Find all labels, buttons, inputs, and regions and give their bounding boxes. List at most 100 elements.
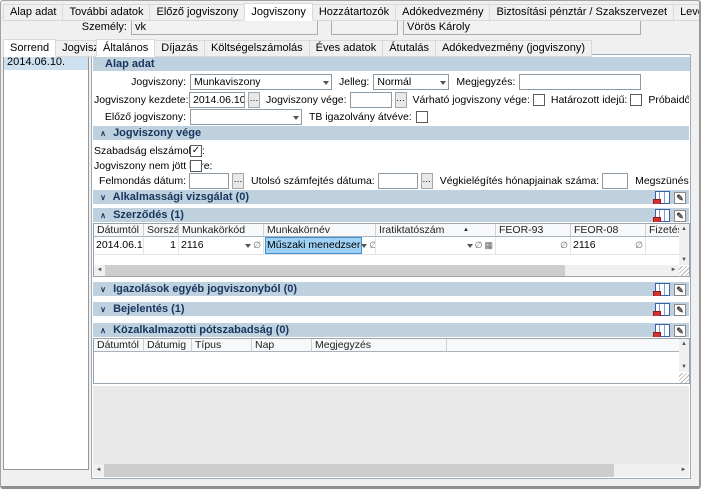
scroll-down-icon[interactable]: ▼ <box>679 362 689 372</box>
col-sorszam[interactable]: Sorszám <box>144 224 179 237</box>
szerzodes-v-scrollbar[interactable]: ▲ ▼ <box>679 224 689 265</box>
cell-datumtol[interactable]: 2014.06.10. <box>94 237 144 254</box>
tab-atutalas[interactable]: Átutalás <box>382 40 436 57</box>
col-datumig[interactable]: Dátumig <box>144 339 192 352</box>
elozo-combo[interactable] <box>190 109 302 125</box>
table-red-marker-icon[interactable] <box>655 324 670 337</box>
chevron-down-icon[interactable] <box>361 244 367 248</box>
clear-value-icon[interactable]: ∅ <box>635 238 643 253</box>
section-header-alkalmassagi[interactable]: ∨ Alkalmassági vizsgálat (0) ✎ <box>93 190 689 204</box>
scroll-left-icon[interactable]: ◄ <box>93 465 104 476</box>
cell-iratiktatoszam[interactable]: ∅ ▦ <box>376 237 496 254</box>
tab-altalanos[interactable]: Általános <box>96 39 155 57</box>
tab-dijazas[interactable]: Díjazás <box>154 40 205 57</box>
col-iratiktatoszam[interactable]: Iratiktatószám ▲ <box>376 224 496 237</box>
nemjott-checkbox[interactable] <box>190 160 202 172</box>
szerzodes-table-row[interactable]: 2014.06.10. 1 2116 ∅ Műszaki menedzser ∅ <box>94 237 689 255</box>
scrollbar-thumb[interactable] <box>104 464 614 477</box>
table-red-marker-icon[interactable] <box>655 303 670 316</box>
section-header-szerzodes[interactable]: ∧ Szerződés (1) ✎ <box>93 208 689 222</box>
tab-hozzatartozok[interactable]: Hozzátartozók <box>312 4 396 21</box>
scroll-up-icon[interactable]: ▲ <box>679 224 689 234</box>
col-tipus[interactable]: Típus <box>192 339 252 352</box>
table-red-marker-icon[interactable] <box>655 283 670 296</box>
tab-biztositasi-penztar[interactable]: Biztosítási pénztár / Szakszervezet <box>489 4 674 21</box>
clear-value-icon[interactable]: ∅ <box>475 238 483 253</box>
cell-fizetesi[interactable] <box>646 237 682 254</box>
cell-sorszam[interactable]: 1 <box>144 237 179 254</box>
scroll-right-icon[interactable]: ► <box>678 465 689 476</box>
col-datumtol[interactable]: Dátumtól <box>94 224 144 237</box>
vegkielegites-input[interactable] <box>602 173 628 189</box>
cell-feor08[interactable]: 2116 ∅ <box>571 237 646 254</box>
table-red-marker-icon[interactable] <box>655 191 670 204</box>
cell-munkakornev[interactable]: Műszaki menedzser ∅ <box>264 237 376 254</box>
tb-checkbox[interactable] <box>416 111 428 123</box>
sidebar-tab-sorrend[interactable]: Sorrend <box>3 39 56 57</box>
col-megjegyzes[interactable]: Megjegyzés <box>312 339 447 352</box>
chevron-down-icon[interactable] <box>245 244 251 248</box>
tab-alap-adat[interactable]: Alap adat <box>3 4 63 21</box>
resize-grip[interactable] <box>679 373 689 383</box>
varhato-checkbox[interactable] <box>533 94 545 106</box>
section-header-potszabadsag[interactable]: ∧ Közalkalmazotti pótszabadság (0) ✎ <box>93 323 689 337</box>
date-picker-icon[interactable]: … <box>395 92 407 108</box>
tab-elozo-jogviszony[interactable]: Előző jogviszony <box>149 4 245 21</box>
tab-adokedvezmeny[interactable]: Adókedvezmény <box>395 4 490 21</box>
clear-value-icon[interactable]: ∅ <box>369 238 376 253</box>
edit-pencil-icon[interactable]: ✎ <box>674 284 686 296</box>
edit-pencil-icon[interactable]: ✎ <box>674 192 686 204</box>
date-picker-icon[interactable]: … <box>248 92 260 108</box>
clear-value-icon[interactable]: ∅ <box>560 238 568 253</box>
col-datumtol[interactable]: Dátumtól <box>94 339 144 352</box>
scroll-up-icon[interactable]: ▲ <box>679 339 689 349</box>
tab-adokedvezmeny-jogviszony[interactable]: Adókedvezmény (jogviszony) <box>435 40 592 57</box>
cell-munkakorkod[interactable]: 2116 ∅ <box>179 237 264 254</box>
jogviszony-combo[interactable]: Munkaviszony <box>190 74 332 90</box>
vege-input[interactable] <box>350 92 392 108</box>
person-middle-field[interactable] <box>331 19 398 35</box>
tab-eves-adatok[interactable]: Éves adatok <box>309 40 384 57</box>
col-munkakornev[interactable]: Munkakörnév <box>264 224 376 237</box>
grid-lookup-icon[interactable]: ▦ <box>484 238 493 253</box>
edit-pencil-icon[interactable]: ✎ <box>674 304 686 316</box>
felmondas-input[interactable] <box>189 173 229 189</box>
jelleg-combo[interactable]: Normál <box>373 74 449 90</box>
utolso-input[interactable] <box>378 173 418 189</box>
date-picker-icon[interactable]: … <box>232 173 244 189</box>
scroll-right-icon[interactable]: ► <box>668 265 679 276</box>
tab-jogviszony[interactable]: Jogviszony <box>244 3 312 21</box>
edit-pencil-icon[interactable]: ✎ <box>674 210 686 222</box>
jogviszony-list[interactable]: 2014.06.10. <box>3 54 89 470</box>
chevron-down-icon[interactable] <box>467 244 473 248</box>
col-munkakorkod[interactable]: Munkakörkód <box>179 224 264 237</box>
list-item-selected[interactable]: 2014.06.10. <box>4 55 88 70</box>
edit-pencil-icon[interactable]: ✎ <box>674 325 686 337</box>
szabadsag-checkbox[interactable]: ✓ <box>190 145 202 157</box>
table-red-marker-icon[interactable] <box>655 209 670 222</box>
resize-grip[interactable] <box>679 266 689 276</box>
megjegyzes-input[interactable] <box>519 74 641 90</box>
tab-tovabbi-adatok[interactable]: További adatok <box>62 4 150 21</box>
hatarozott-checkbox[interactable] <box>630 94 642 106</box>
section-header-bejelentes[interactable]: ∨ Bejelentés (1) ✎ <box>93 302 689 316</box>
col-fizetesi[interactable]: Fizetési os <box>646 224 682 237</box>
date-picker-icon[interactable]: … <box>421 173 433 189</box>
person-code-field[interactable]: vk <box>131 19 318 35</box>
col-feor08[interactable]: FEOR-08 <box>571 224 646 237</box>
cell-feor93[interactable]: ∅ <box>496 237 571 254</box>
szerzodes-h-scrollbar[interactable]: ◄ ► <box>94 265 679 276</box>
tab-levonasok[interactable]: Levonások <box>673 4 701 21</box>
scroll-down-icon[interactable]: ▼ <box>679 255 689 265</box>
section-header-igazolasok[interactable]: ∨ Igazolások egyéb jogviszonyból (0) ✎ <box>93 282 689 296</box>
scroll-left-icon[interactable]: ◄ <box>94 265 105 276</box>
potszabadsag-v-scrollbar[interactable]: ▲ ▼ <box>679 339 689 372</box>
clear-value-icon[interactable]: ∅ <box>253 238 261 253</box>
main-h-scrollbar[interactable]: ◄ ► <box>93 464 689 477</box>
person-name-field[interactable]: Vörös Károly <box>403 19 641 35</box>
tab-koltsegelszamolas[interactable]: Költségelszámolás <box>204 40 310 57</box>
scrollbar-thumb[interactable] <box>105 265 565 276</box>
section-header-jogviszony-vege[interactable]: ∧ Jogviszony vége <box>93 126 689 140</box>
kezdete-input[interactable]: 2014.06.10. <box>189 92 245 108</box>
col-nap[interactable]: Nap <box>252 339 312 352</box>
